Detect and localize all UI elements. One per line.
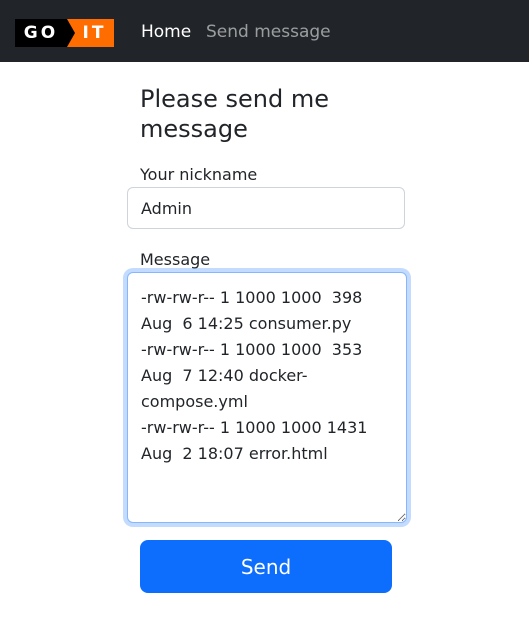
nickname-label: Your nickname (140, 165, 258, 184)
nickname-input[interactable] (127, 187, 405, 229)
message-textarea[interactable]: -rw-rw-r-- 1 1000 1000 398 Aug 6 14:25 c… (127, 272, 407, 523)
logo-go-text: GO (15, 19, 75, 47)
goit-logo[interactable]: GO IT (15, 19, 114, 47)
navbar: GO IT Home Send message (0, 0, 529, 62)
page-title: Please send me message (140, 85, 329, 143)
nav-link-send-message[interactable]: Send message (206, 21, 331, 43)
send-button[interactable]: Send (140, 540, 392, 593)
nav-link-home[interactable]: Home (141, 21, 191, 43)
message-label: Message (140, 250, 211, 269)
